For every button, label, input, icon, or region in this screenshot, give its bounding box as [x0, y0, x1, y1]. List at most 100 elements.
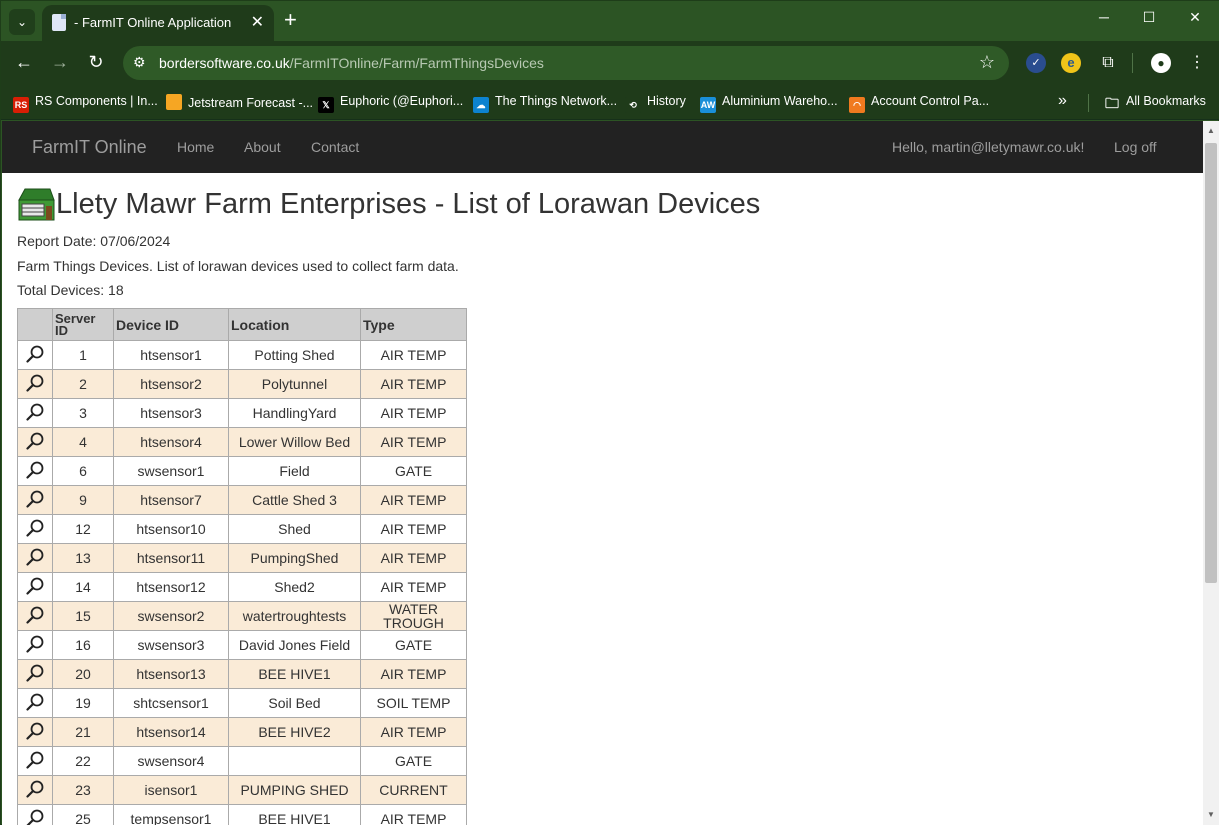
nav-home-link[interactable]: Home	[177, 139, 214, 155]
view-device-cell	[17, 543, 53, 573]
type-cell: AIR TEMP	[360, 340, 467, 370]
server-id-cell: 9	[52, 485, 114, 515]
site-brand-link[interactable]: FarmIT Online	[32, 137, 147, 158]
site-info-icon[interactable]: ⚙	[133, 54, 146, 71]
view-device-cell	[17, 485, 53, 515]
type-cell: AIR TEMP	[360, 659, 467, 689]
device-id-cell: tempsensor1	[113, 804, 229, 825]
maximize-icon[interactable]: ☐	[1139, 9, 1159, 26]
more-bookmarks-icon[interactable]: »	[1058, 92, 1067, 110]
type-cell: WATER TROUGH	[360, 601, 467, 631]
magnifier-icon[interactable]	[25, 606, 45, 624]
magnifier-icon[interactable]	[25, 548, 45, 566]
view-device-cell	[17, 601, 53, 631]
bookmark-item[interactable]: ◠ Account Control Pa...	[849, 94, 989, 113]
bookmark-label: Account Control Pa...	[871, 94, 990, 108]
logoff-link[interactable]: Log off	[1114, 139, 1157, 155]
scroll-up-icon[interactable]: ▲	[1203, 123, 1219, 139]
view-device-cell	[17, 456, 53, 486]
tab-title: - FarmIT Online Application	[74, 15, 232, 30]
history-icon: ⟲	[625, 97, 641, 113]
bookmark-item[interactable]: ☁ The Things Network...	[473, 94, 617, 113]
location-cell: Lower Willow Bed	[228, 427, 361, 457]
magnifier-icon[interactable]	[25, 635, 45, 653]
magnifier-icon[interactable]	[25, 519, 45, 537]
view-device-cell	[17, 775, 53, 805]
magnifier-icon[interactable]	[25, 461, 45, 479]
user-greeting-link[interactable]: Hello, martin@lletymawr.co.uk!	[892, 139, 1084, 155]
device-id-cell: swsensor2	[113, 601, 229, 631]
header-server-id: Server ID	[52, 308, 114, 341]
magnifier-icon[interactable]	[25, 693, 45, 711]
table-row: 9 htsensor7 Cattle Shed 3 AIR TEMP	[17, 485, 467, 515]
extension-check-icon[interactable]: ✓	[1026, 53, 1046, 73]
back-arrow-icon[interactable]: ←	[13, 52, 35, 73]
server-id-cell: 4	[52, 427, 114, 457]
bookmark-item[interactable]: AW Aluminium Wareho...	[700, 94, 838, 113]
extension-e-icon[interactable]: e	[1061, 53, 1081, 73]
url-host: bordersoftware.co.uk	[159, 55, 290, 71]
bookmark-star-icon[interactable]: ☆	[979, 52, 995, 73]
bookmark-label: Aluminium Wareho...	[722, 94, 838, 108]
page-scrollbar[interactable]: ▲ ▼	[1203, 121, 1219, 825]
url-text[interactable]: bordersoftware.co.uk/FarmITOnline/Farm/F…	[159, 55, 544, 71]
location-cell: BEE HIVE2	[228, 717, 361, 747]
profile-avatar-icon[interactable]: ●	[1151, 53, 1171, 73]
scroll-thumb[interactable]	[1205, 143, 1217, 583]
magnifier-icon[interactable]	[25, 345, 45, 363]
close-window-icon[interactable]: ✕	[1185, 9, 1205, 26]
device-id-cell: htsensor13	[113, 659, 229, 689]
location-cell: BEE HIVE1	[228, 804, 361, 825]
magnifier-icon[interactable]	[25, 577, 45, 595]
all-bookmarks-button[interactable]: 🗀 All Bookmarks	[1104, 94, 1206, 111]
type-cell: AIR TEMP	[360, 398, 467, 428]
extensions-puzzle-icon[interactable]: ⧉	[1098, 53, 1118, 73]
device-id-cell: swsensor3	[113, 630, 229, 660]
magnifier-icon[interactable]	[25, 490, 45, 508]
table-row: 19 shtcsensor1 Soil Bed SOIL TEMP	[17, 688, 467, 718]
magnifier-icon[interactable]	[25, 374, 45, 392]
type-cell: AIR TEMP	[360, 485, 467, 515]
table-row: 2 htsensor2 Polytunnel AIR TEMP	[17, 369, 467, 399]
new-tab-button[interactable]: +	[284, 7, 297, 33]
active-tab[interactable]: - FarmIT Online Application ✕	[42, 5, 274, 41]
table-header-row: Server ID Device ID Location Type	[17, 308, 467, 341]
server-id-cell: 23	[52, 775, 114, 805]
address-bar[interactable]: ⚙ bordersoftware.co.uk/FarmITOnline/Farm…	[123, 46, 1009, 80]
magnifier-icon[interactable]	[25, 432, 45, 450]
close-tab-icon[interactable]: ✕	[251, 12, 264, 32]
site-navbar: FarmIT Online Home About Contact Hello, …	[2, 121, 1203, 173]
table-row: 22 swsensor4 GATE	[17, 746, 467, 776]
magnifier-icon[interactable]	[25, 664, 45, 682]
web-page: FarmIT Online Home About Contact Hello, …	[2, 121, 1203, 825]
minimize-icon[interactable]: ─	[1094, 9, 1114, 25]
server-id-cell: 6	[52, 456, 114, 486]
all-bookmarks-label: All Bookmarks	[1126, 94, 1206, 108]
nav-about-link[interactable]: About	[244, 139, 281, 155]
bookmark-item[interactable]: ⟲ History	[625, 94, 686, 113]
bookmark-label: History	[647, 94, 686, 108]
browser-window: ⌄ - FarmIT Online Application ✕ + ─ ☐ ✕ …	[0, 0, 1219, 825]
magnifier-icon[interactable]	[25, 780, 45, 798]
ttn-icon: ☁	[473, 97, 489, 113]
magnifier-icon[interactable]	[25, 809, 45, 825]
device-id-cell: swsensor4	[113, 746, 229, 776]
type-cell: AIR TEMP	[360, 804, 467, 825]
magnifier-icon[interactable]	[25, 722, 45, 740]
server-id-cell: 2	[52, 369, 114, 399]
view-device-cell	[17, 340, 53, 370]
bookmark-item[interactable]: RS RS Components | In...	[13, 94, 158, 113]
bookmark-item[interactable]: Jetstream Forecast -...	[166, 94, 313, 110]
view-device-cell	[17, 572, 53, 602]
magnifier-icon[interactable]	[25, 403, 45, 421]
scroll-down-icon[interactable]: ▼	[1203, 807, 1219, 823]
bookmark-label: Euphoric (@Euphori...	[340, 94, 464, 108]
tab-search-button[interactable]: ⌄	[9, 9, 35, 35]
nav-contact-link[interactable]: Contact	[311, 139, 359, 155]
forward-arrow-icon[interactable]: →	[49, 52, 71, 73]
server-id-cell: 13	[52, 543, 114, 573]
browser-menu-icon[interactable]: ⋮	[1187, 53, 1207, 73]
reload-icon[interactable]: ↻	[85, 52, 107, 73]
bookmark-item[interactable]: 𝕏 Euphoric (@Euphori...	[318, 94, 463, 113]
magnifier-icon[interactable]	[25, 751, 45, 769]
